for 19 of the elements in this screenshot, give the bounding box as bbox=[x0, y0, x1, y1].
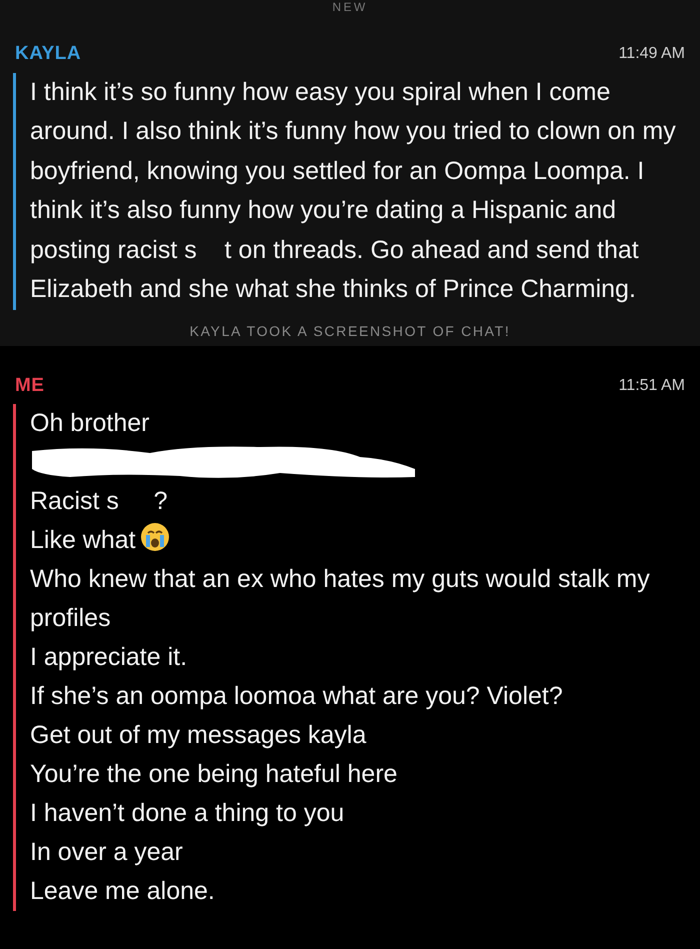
message-line: In over a year bbox=[30, 837, 184, 868]
new-divider-label: NEW bbox=[332, 0, 368, 14]
sender-name: ME bbox=[15, 374, 44, 398]
message-text: I think it’s so funny how easy you spiral when I come around. I also think it’s funny how you tried to clown on my boyfriend, knowing you settled for an Oompa Loompa. I think it’s also funny how you’re dating a Hispanic and posting racist s t on threads. Go ahead and send that Elizabeth and she what she thinks of Prince Charming. bbox=[30, 76, 677, 305]
message-line: You’re the one being hateful here bbox=[30, 759, 398, 790]
crying-face-icon bbox=[140, 522, 170, 552]
message-line: Like what bbox=[30, 526, 136, 554]
sender-name: KAYLA bbox=[15, 42, 82, 66]
message-line: I appreciate it. bbox=[30, 642, 188, 673]
timestamp: 11:51 AM bbox=[618, 376, 685, 396]
message-line: Oh brother bbox=[30, 408, 151, 439]
message-line: I haven’t done a thing to you bbox=[30, 798, 346, 829]
message-line: Who knew that an ex who hates my guts would stalk my profiles bbox=[30, 564, 651, 634]
message-line: Racist s ? bbox=[30, 486, 169, 517]
timestamp: 11:49 AM bbox=[618, 44, 685, 64]
screenshot-notice: KAYLA TOOK A SCREENSHOT OF CHAT! bbox=[190, 322, 510, 338]
message-line: Get out of my messages kayla bbox=[30, 720, 368, 751]
message-line: Leave me alone. bbox=[30, 876, 216, 907]
message-line: If she’s an oompa loomoa what are you? Violet? bbox=[30, 681, 564, 712]
